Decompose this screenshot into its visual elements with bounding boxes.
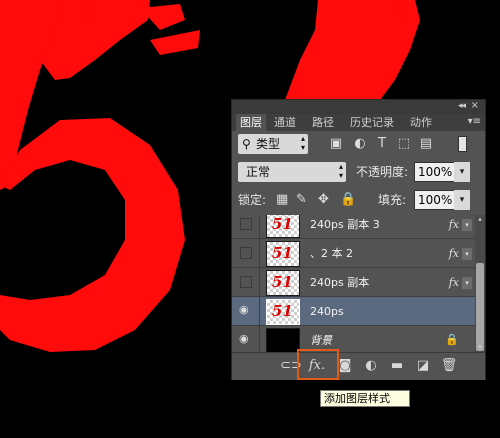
layer-row[interactable]: 51 240ps 副本 fx ▾ [232,267,475,296]
visibility-empty-box [240,247,252,259]
link-icon[interactable]: ⊂⊃ [280,355,302,377]
fill-dropdown-icon[interactable]: ▾ [454,190,470,210]
blend-mode-select[interactable]: 正常 ▴ ▾ [238,162,346,182]
scroll-up-icon[interactable]: ▴ [475,215,485,224]
lock-row: 锁定: ▦ ✎ ✥ 🔒 填充: 100% ▾ [238,190,478,210]
image-filter-icon[interactable]: ▣ [328,136,344,152]
tooltip: 添加图层样式 [320,390,410,407]
adjustment-filter-icon[interactable]: ◐ [352,136,368,152]
panel-titlebar[interactable]: ◂◂ × [232,100,485,114]
select-arrows-icon: ▴ ▾ [300,134,305,152]
eye-icon: ◉ [239,332,249,345]
opacity-input[interactable]: 100% [414,162,456,182]
tab-history[interactable]: 历史记录 [346,114,398,131]
layers-list: 51 240ps 副本 3 fx ▾ 51 、2 本 2 fx ▾ 51 240… [232,215,475,352]
adjustment-icon[interactable]: ◐ [362,355,380,377]
visibility-toggle[interactable] [236,243,256,263]
lock-all-icon[interactable]: 🔒 [340,190,356,210]
layer-row[interactable]: 51 、2 本 2 fx ▾ [232,238,475,267]
select-arrows-icon: ▴ ▾ [338,162,343,180]
layer-name[interactable]: 240ps 副本 [310,268,369,297]
smart-object-filter-icon[interactable]: ▤ [418,136,434,152]
filter-toggle[interactable] [458,136,467,152]
lock-label: 锁定: [238,193,267,207]
layer-thumbnail: 51 [266,215,300,238]
blend-row: 正常 ▴ ▾ 不透明度: 100% ▾ [238,162,478,182]
folder-icon[interactable]: ▬ [388,355,406,377]
layer-row[interactable]: 51 240ps 副本 3 fx ▾ [232,215,475,238]
new-layer-icon[interactable]: ◪ [414,355,432,377]
layer-thumbnail: 51 [266,299,300,325]
digit-5-splash-3 [150,30,200,55]
layers-panel: ◂◂ × 图层 通道 路径 历史记录 动作 ▾≡ ⚲ 类型 ▴ ▾ ▣ ◐ T ⬚… [231,99,486,380]
panel-menu-icon[interactable]: ▾≡ [468,116,481,127]
panel-tabs: 图层 通道 路径 历史记录 动作 ▾≡ [232,114,485,131]
collapse-icon[interactable]: ◂◂ [458,101,466,111]
tab-layers[interactable]: 图层 [236,114,266,131]
expand-effects-icon[interactable]: ▾ [462,248,472,260]
layer-row-background[interactable]: ◉ 背景 🔒 [232,325,475,352]
opacity-dropdown-icon[interactable]: ▾ [454,162,470,182]
eye-icon: ◉ [239,303,249,316]
filter-type-label: 类型 [256,137,281,151]
search-icon: ⚲ [242,137,251,151]
tab-paths[interactable]: 路径 [308,114,338,131]
fx-icon[interactable]: fx [449,215,459,239]
layer-name[interactable]: 240ps [310,297,344,326]
layer-name[interactable]: 、2 本 2 [310,239,353,268]
fill-input[interactable]: 100% [414,190,456,210]
panel-bottom-toolbar: ⊂⊃ fx. ◙ ◐ ▬ ◪ 🗑 [232,352,485,380]
text-filter-icon[interactable]: T [374,136,390,152]
fx-icon[interactable]: fx [449,239,459,268]
visibility-toggle[interactable]: ◉ [236,301,256,321]
shape-filter-icon[interactable]: ⬚ [396,136,412,152]
scroll-down-icon[interactable]: ▾ [475,343,485,352]
layer-name[interactable]: 240ps 副本 3 [310,215,380,239]
layers-scrollbar[interactable]: ▴ ▾ [475,215,485,352]
lock-icon: 🔒 [445,333,459,346]
tab-actions[interactable]: 动作 [406,114,436,131]
opacity-label: 不透明度: [356,165,409,179]
filter-type-select[interactable]: ⚲ 类型 ▴ ▾ [238,134,308,154]
filter-icons: ▣ ◐ T ⬚ ▤ [328,136,468,154]
visibility-empty-box [240,218,252,230]
scroll-thumb[interactable] [476,263,484,351]
fx-highlight-box [297,349,339,380]
layer-thumbnail [266,328,300,352]
digit-5-bowl [0,118,185,352]
tab-channels[interactable]: 通道 [270,114,300,131]
lock-transparent-icon[interactable]: ▦ [276,190,288,210]
visibility-empty-box [240,276,252,288]
layer-thumbnail: 51 [266,241,300,267]
blend-mode-value: 正常 [246,165,271,179]
trash-icon[interactable]: 🗑 [440,355,458,377]
layer-row-selected[interactable]: ◉ 51 240ps [232,296,475,325]
lock-move-icon[interactable]: ✥ [318,190,329,210]
expand-effects-icon[interactable]: ▾ [462,219,472,231]
expand-effects-icon[interactable]: ▾ [462,277,472,289]
lock-brush-icon[interactable]: ✎ [296,190,307,210]
visibility-toggle[interactable] [236,215,256,234]
fx-icon[interactable]: fx [449,268,459,297]
fill-label: 填充: [378,193,407,207]
visibility-toggle[interactable] [236,272,256,292]
visibility-toggle[interactable]: ◉ [236,330,256,350]
close-icon[interactable]: × [471,100,479,111]
layer-thumbnail: 51 [266,270,300,296]
